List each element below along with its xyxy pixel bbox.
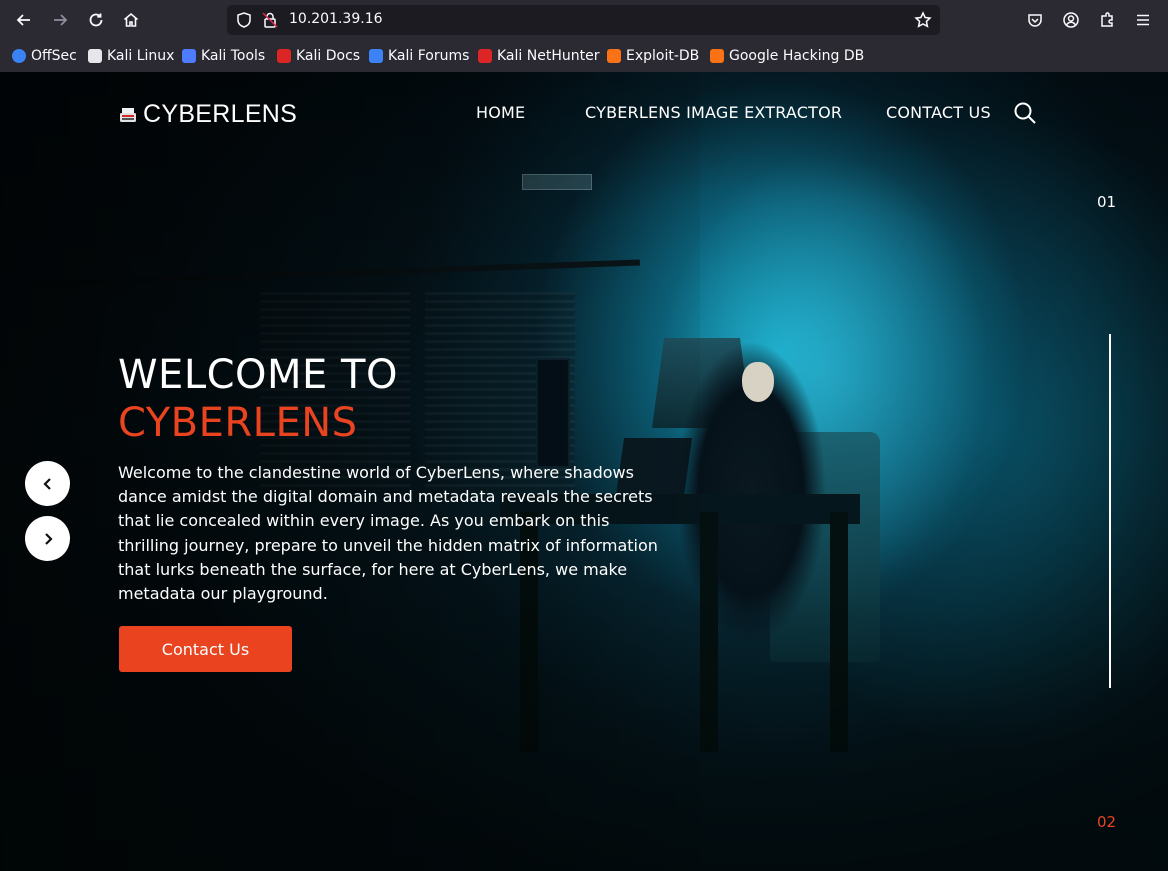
bookmark-label: Kali Forums <box>388 48 470 64</box>
address-bar[interactable]: 10.201.39.16 <box>227 5 940 35</box>
bookmark-label: Google Hacking DB <box>729 48 865 64</box>
bookmark-ghdb[interactable]: Google Hacking DB <box>710 46 864 66</box>
nav-contact-us-link[interactable]: CONTACT US <box>886 103 991 122</box>
bookmark-label: Kali NetHunter <box>497 48 600 64</box>
hero-description: Welcome to the clandestine world of Cybe… <box>118 463 658 604</box>
chevron-left-icon <box>42 477 51 490</box>
bookmark-kali-nethunter[interactable]: Kali NetHunter <box>478 46 599 66</box>
slide-number-current[interactable]: 01 <box>1097 193 1116 211</box>
site-logo-text: CYBERLENS <box>143 100 298 128</box>
home-icon[interactable] <box>117 6 145 34</box>
reload-icon[interactable] <box>82 6 110 34</box>
bookmark-label: Exploit-DB <box>626 48 700 64</box>
hero-title-line1: WELCOME TO <box>118 352 398 398</box>
site-logo[interactable]: CYBERLENS <box>119 100 297 129</box>
menu-icon[interactable] <box>1129 6 1157 34</box>
contact-us-button[interactable]: Contact Us <box>119 626 292 672</box>
account-icon[interactable] <box>1057 6 1085 34</box>
forward-icon[interactable] <box>46 6 74 34</box>
slider-next-button[interactable] <box>25 516 70 561</box>
bookmark-label: OffSec <box>31 48 77 64</box>
offsec-icon <box>12 49 26 63</box>
kali-tools-icon <box>182 49 196 63</box>
hero-title-line2: CYBERLENS <box>118 400 358 446</box>
bookmark-kali-docs[interactable]: Kali Docs <box>277 46 360 66</box>
insecure-lock-icon[interactable] <box>261 11 279 29</box>
url-text[interactable]: 10.201.39.16 <box>289 11 383 27</box>
kali-docs-icon <box>277 49 291 63</box>
extensions-icon[interactable] <box>1093 6 1121 34</box>
chevron-right-icon <box>44 532 53 545</box>
kali-forums-icon <box>369 49 383 63</box>
web-page: CYBERLENS HOME CYBERLENS IMAGE EXTRACTOR… <box>0 72 1168 871</box>
bookmarks-bar: OffSec Kali Linux Kali Tools Kali Docs K… <box>0 42 1168 70</box>
nav-image-extractor-link[interactable]: CYBERLENS IMAGE EXTRACTOR <box>585 103 842 122</box>
typewriter-logo-icon <box>120 107 136 122</box>
bookmark-kali-forums[interactable]: Kali Forums <box>369 46 469 66</box>
bookmark-label: Kali Linux <box>107 48 175 64</box>
search-icon[interactable] <box>1013 101 1037 125</box>
bookmark-star-icon[interactable] <box>914 11 932 29</box>
bookmark-kali-tools[interactable]: Kali Tools <box>182 46 265 66</box>
bookmark-offsec[interactable]: OffSec <box>12 46 77 66</box>
nav-home-link[interactable]: HOME <box>476 103 525 122</box>
ghdb-icon <box>710 49 724 63</box>
slide-progress-line <box>1109 334 1111 688</box>
browser-chrome: 10.201.39.16 OffSec Kali Linux Kali Tool… <box>0 0 1168 72</box>
pocket-icon[interactable] <box>1021 6 1049 34</box>
slider-prev-button[interactable] <box>25 461 70 506</box>
kali-dragon-icon <box>88 49 102 63</box>
shield-icon[interactable] <box>235 11 253 29</box>
bookmark-label: Kali Tools <box>201 48 266 64</box>
exploit-db-icon <box>607 49 621 63</box>
slide-number-next[interactable]: 02 <box>1097 813 1116 831</box>
bookmark-label: Kali Docs <box>296 48 361 64</box>
bookmark-exploit-db[interactable]: Exploit-DB <box>607 46 699 66</box>
back-icon[interactable] <box>10 6 38 34</box>
navigation-toolbar: 10.201.39.16 <box>0 0 1168 40</box>
bookmark-kali-linux[interactable]: Kali Linux <box>88 46 174 66</box>
nethunter-icon <box>478 49 492 63</box>
